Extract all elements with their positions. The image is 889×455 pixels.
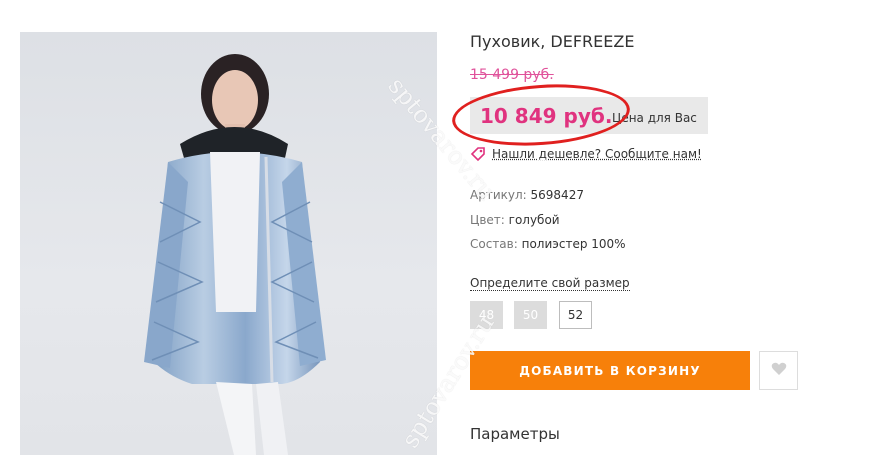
red-circle-annotation	[450, 78, 632, 152]
old-price: 15 499 руб.	[470, 67, 554, 83]
add-to-cart-button[interactable]: ДОБАВИТЬ В КОРЗИНУ	[470, 351, 750, 390]
attribute-label: Состав:	[470, 237, 518, 251]
params-heading: Параметры	[470, 425, 560, 443]
attribute-value: 5698427	[530, 188, 584, 202]
found-cheaper-text[interactable]: Нашли дешевле? Сообщите нам!	[492, 147, 702, 161]
size-guide-link[interactable]: Определите свой размер	[470, 276, 630, 291]
product-image	[144, 54, 326, 455]
product-title: Пуховик, DEFREEZE	[470, 32, 635, 51]
product-photo[interactable]	[20, 32, 437, 455]
heart-icon	[771, 361, 787, 380]
attribute-color: Цвет: голубой	[470, 213, 560, 227]
attribute-label: Цвет:	[470, 213, 505, 227]
size-option-52[interactable]: 52	[559, 301, 592, 329]
size-option-50[interactable]: 50	[514, 301, 547, 329]
attribute-value: голубой	[508, 213, 560, 227]
wishlist-button[interactable]	[759, 351, 798, 390]
attribute-material: Состав: полиэстер 100%	[470, 237, 626, 251]
found-cheaper-link[interactable]: Нашли дешевле? Сообщите нам!	[470, 146, 702, 162]
attribute-value: полиэстер 100%	[521, 237, 626, 251]
